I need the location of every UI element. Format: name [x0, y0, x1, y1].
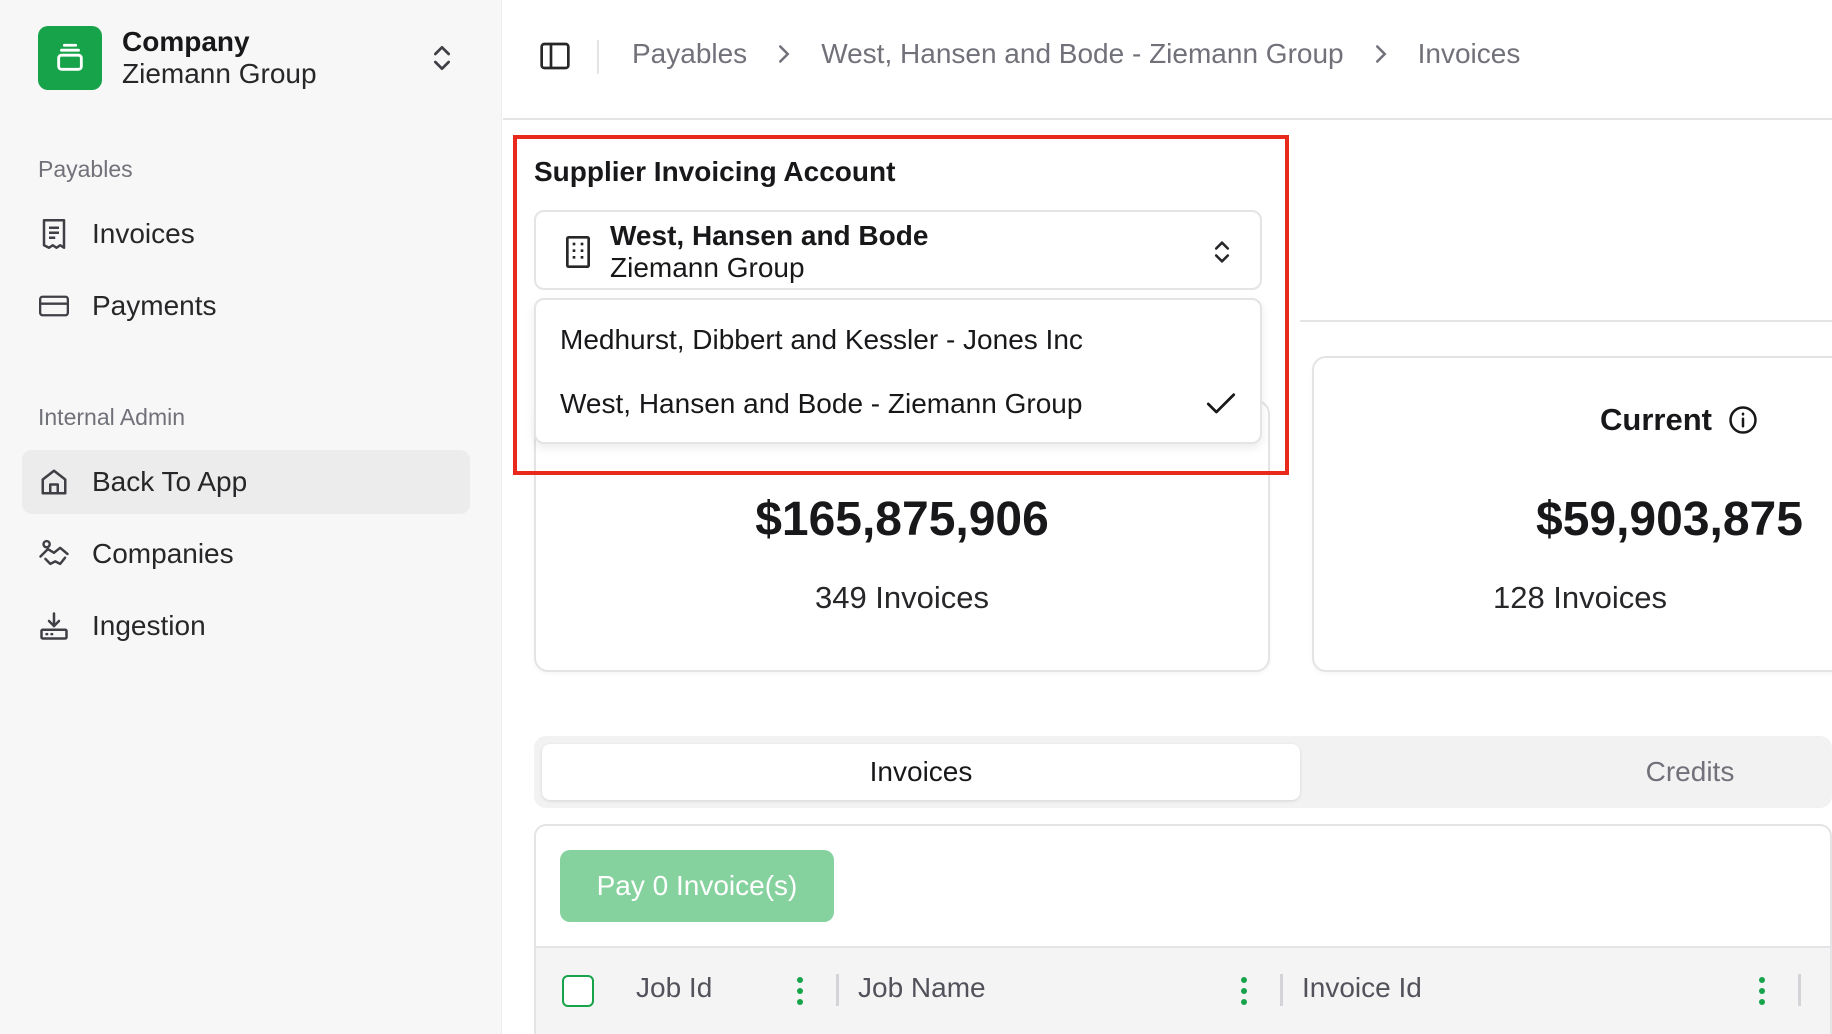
breadcrumb-account[interactable]: West, Hansen and Bode - Ziemann Group — [821, 38, 1343, 70]
total-count: 349 Invoices — [814, 580, 990, 615]
column-header-job-id[interactable]: Job Id — [636, 972, 712, 1004]
invoice-credit-tabs: Invoices Credits — [534, 736, 1832, 808]
column-header-invoice-id[interactable]: Invoice Id — [1302, 972, 1422, 1004]
sidebar-item-label: Payments — [92, 290, 217, 321]
sidebar-item-invoices[interactable]: Invoices — [22, 202, 470, 266]
invoices-table: Pay 0 Invoice(s) Job Id Job Name Invoice… — [534, 824, 1832, 1034]
sidebar-toggle-icon[interactable] — [539, 40, 571, 72]
section-label-internal-admin: Internal Admin — [38, 404, 186, 430]
current-count: 128 Invoices — [1492, 580, 1668, 615]
column-menu-icon[interactable] — [796, 976, 804, 1006]
sidebar: Company Ziemann Group Payables Invoices … — [0, 0, 502, 1034]
sidebar-item-label: Ingestion — [92, 610, 206, 641]
company-title: Company — [122, 26, 250, 57]
column-resize-handle[interactable] — [1280, 974, 1283, 1006]
sidebar-item-payments[interactable]: Payments — [22, 274, 470, 338]
summary-card-current: Current $59,903,875 128 Invoices — [1312, 356, 1832, 672]
sidebar-item-label: Back To App — [92, 466, 248, 497]
handshake-icon — [38, 538, 70, 570]
chevron-right-icon — [779, 45, 790, 63]
topbar: Payables West, Hansen and Bode - Ziemann… — [503, 0, 1832, 120]
sidebar-item-companies[interactable]: Companies — [22, 522, 470, 586]
total-amount: $165,875,906 — [755, 493, 1049, 546]
sidebar-item-label: Companies — [92, 538, 234, 569]
current-title-row: Current — [1600, 402, 1758, 438]
pay-invoices-button[interactable]: Pay 0 Invoice(s) — [560, 850, 834, 922]
column-resize-handle[interactable] — [1798, 974, 1801, 1006]
tab-credits[interactable]: Credits — [1310, 744, 1832, 800]
company-logo-icon — [38, 26, 102, 90]
download-tray-icon — [38, 610, 70, 642]
current-amount: $59,903,875 — [1536, 493, 1803, 546]
sidebar-item-back-to-app[interactable]: Back To App — [22, 450, 470, 514]
column-menu-icon[interactable] — [1758, 976, 1766, 1006]
info-icon[interactable] — [1728, 405, 1758, 435]
chevron-up-down-icon — [434, 46, 450, 70]
breadcrumb: Payables West, Hansen and Bode - Ziemann… — [632, 38, 1520, 70]
select-all-checkbox[interactable] — [562, 975, 594, 1007]
section-label-payables: Payables — [38, 156, 133, 182]
current-title: Current — [1600, 402, 1712, 437]
company-switcher[interactable]: Company Ziemann Group — [38, 26, 458, 90]
content-divider — [1300, 320, 1832, 322]
column-header-job-name[interactable]: Job Name — [858, 972, 986, 1004]
home-icon — [38, 466, 70, 498]
breadcrumb-payables[interactable]: Payables — [632, 38, 747, 70]
credit-card-icon — [38, 290, 70, 322]
highlight-box — [513, 135, 1289, 475]
breadcrumb-invoices: Invoices — [1417, 38, 1521, 69]
receipt-icon — [38, 218, 70, 250]
sidebar-item-label: Invoices — [92, 218, 195, 249]
table-header: Job Id Job Name Invoice Id — [536, 946, 1830, 1034]
chevron-right-icon — [1375, 45, 1387, 63]
topbar-divider — [597, 40, 599, 74]
column-resize-handle[interactable] — [836, 974, 839, 1006]
company-name: Ziemann Group — [122, 58, 317, 89]
tab-invoices[interactable]: Invoices — [542, 744, 1300, 800]
sidebar-item-ingestion[interactable]: Ingestion — [22, 594, 470, 658]
column-menu-icon[interactable] — [1240, 976, 1248, 1006]
